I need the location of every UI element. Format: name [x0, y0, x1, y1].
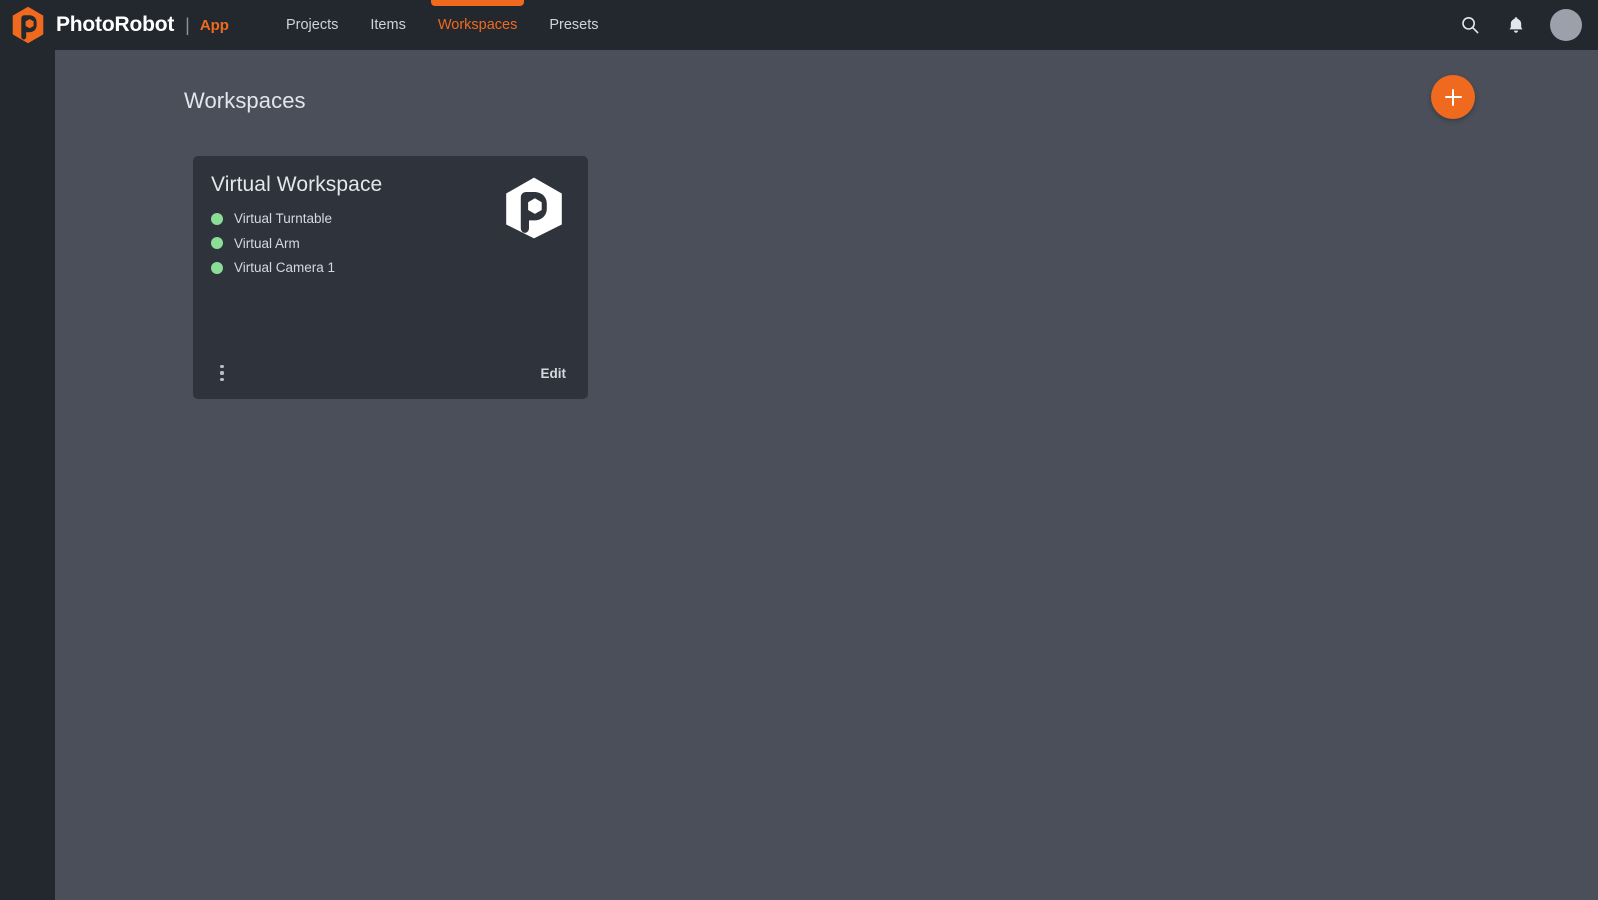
photorobot-hexagon-logo-icon: [503, 176, 565, 240]
left-sidebar-rail: [0, 50, 55, 900]
nav-tab-items-label: Items: [370, 17, 405, 33]
kebab-dot-1: [220, 365, 223, 368]
plus-icon-vertical: [1452, 89, 1455, 106]
workspace-card-footer: Edit: [211, 361, 570, 385]
avatar[interactable]: [1550, 9, 1582, 41]
nav-tab-presets[interactable]: Presets: [533, 0, 614, 50]
main-nav-tabs: Projects Items Workspaces Presets: [270, 0, 615, 50]
workspace-card[interactable]: Virtual Workspace Virtual Turntable: [193, 156, 588, 399]
bell-icon[interactable]: [1504, 13, 1528, 37]
kebab-dot-3: [220, 378, 223, 381]
nav-tab-projects-label: Projects: [286, 17, 338, 33]
main-content: Workspaces Virtual Workspace: [55, 50, 1598, 900]
nav-tab-workspaces[interactable]: Workspaces: [422, 0, 534, 50]
brand-app-label: App: [200, 17, 229, 34]
photorobot-hexagon-logo-icon: [11, 6, 45, 44]
brand-separator: |: [185, 15, 190, 36]
device-name: Virtual Camera 1: [234, 260, 335, 275]
nav-tab-items[interactable]: Items: [354, 0, 421, 50]
brand-home-link[interactable]: PhotoRobot | App: [0, 0, 229, 50]
edit-workspace-button[interactable]: Edit: [537, 364, 571, 383]
workspaces-grid: Virtual Workspace Virtual Turntable: [193, 156, 588, 399]
nav-tab-workspaces-label: Workspaces: [438, 17, 518, 33]
kebab-dot-2: [220, 371, 223, 374]
list-item: Virtual Camera 1: [211, 255, 570, 280]
device-name: Virtual Arm: [234, 236, 300, 251]
active-tab-indicator: [431, 0, 525, 6]
add-workspace-button[interactable]: [1431, 75, 1475, 119]
app-root: PhotoRobot | App Projects Items Workspac…: [0, 0, 1598, 900]
status-badge: [211, 237, 223, 249]
page-title: Workspaces: [184, 88, 306, 114]
nav-tab-presets-label: Presets: [549, 17, 598, 33]
kebab-menu-icon[interactable]: [211, 361, 233, 385]
brand-name: PhotoRobot: [56, 13, 174, 37]
top-navigation-bar: PhotoRobot | App Projects Items Workspac…: [0, 0, 1598, 50]
status-badge: [211, 262, 223, 274]
search-icon[interactable]: [1458, 13, 1482, 37]
device-name: Virtual Turntable: [234, 211, 332, 226]
nav-tab-projects[interactable]: Projects: [270, 0, 354, 50]
topbar-actions: [1458, 0, 1598, 50]
status-badge: [211, 213, 223, 225]
